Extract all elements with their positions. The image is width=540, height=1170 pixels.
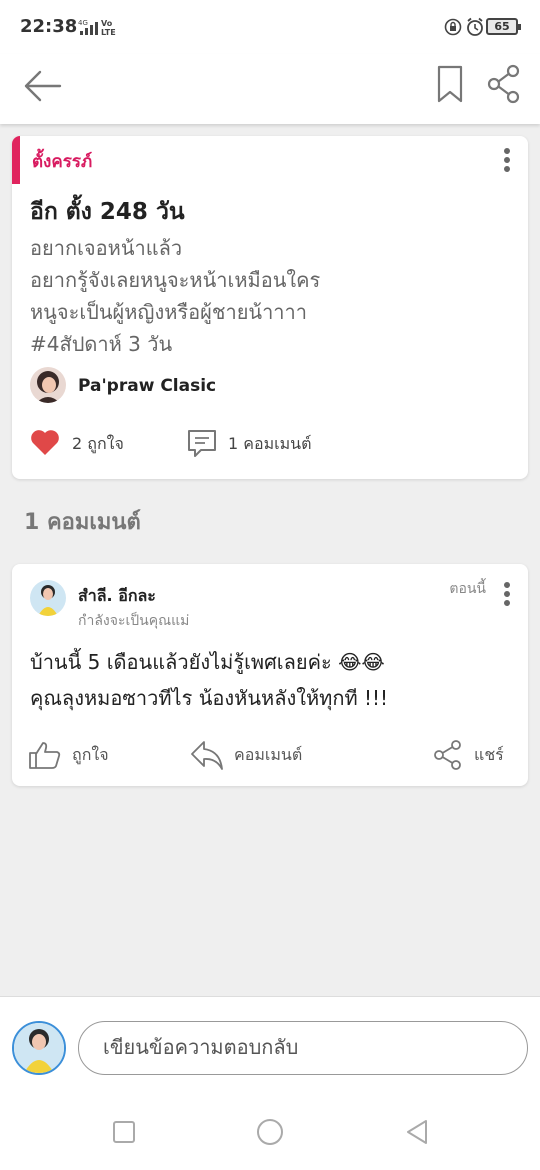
post-title: อีก ตั้ง 248 วัน (30, 199, 185, 225)
share-comment-button[interactable]: แชร์ (432, 738, 504, 772)
commenter-status: กำลังจะเป็นคุณแม่ (78, 613, 190, 629)
post-more-options-icon[interactable] (500, 148, 514, 176)
comments-section-label: 1 คอมเมนต์ (24, 510, 141, 535)
user-avatar[interactable] (12, 1021, 66, 1075)
share-icon[interactable] (486, 64, 522, 104)
thumbs-up-icon (29, 742, 61, 769)
share-label: แชร์ (474, 744, 504, 764)
category-accent-bar (12, 136, 20, 184)
comment-timestamp: ตอนนี้ (449, 581, 486, 597)
comment-more-options-icon[interactable] (500, 582, 514, 610)
author-avatar[interactable] (30, 367, 66, 403)
heart-icon[interactable] (30, 428, 60, 456)
back-arrow-icon[interactable] (22, 66, 62, 106)
post-category[interactable]: ตั้งครรภ์ (32, 148, 92, 175)
app-bar (0, 54, 540, 124)
like-button[interactable]: ถูกใจ (28, 738, 109, 772)
svg-text:LTE: LTE (101, 28, 116, 37)
comment-card: สำลี. อีกละ กำลังจะเป็นคุณแม่ ตอนนี้ บ้า… (12, 564, 528, 786)
status-time: 22:38 (20, 16, 78, 37)
status-bar: 22:38 4G Vo LTE 65 (0, 0, 540, 54)
commenter-avatar[interactable] (30, 580, 66, 616)
recent-apps-icon[interactable] (112, 1118, 136, 1144)
svg-text:4G: 4G (78, 19, 88, 27)
svg-text:Vo: Vo (101, 19, 113, 28)
comment-text: บ้านนี้ 5 เดือนแล้วยังไม่รู้เพศเลยค่ะ 😂😂… (30, 650, 389, 710)
reply-icon (191, 741, 223, 770)
like-label: ถูกใจ (72, 744, 109, 764)
reply-input[interactable]: เขียนข้อความตอบกลับ (78, 1021, 528, 1075)
lock-rotation-icon (444, 18, 462, 36)
system-nav-bar (0, 1098, 540, 1170)
comment-icon[interactable] (186, 428, 218, 458)
bookmark-icon[interactable] (436, 64, 464, 104)
commenter-name[interactable]: สำลี. อีกละ (78, 584, 156, 609)
back-nav-icon[interactable] (404, 1118, 430, 1146)
reply-bar: เขียนข้อความตอบกลับ (0, 996, 540, 1098)
battery-icon: 65 (486, 18, 521, 35)
reply-label: คอมเมนต์ (234, 744, 303, 764)
likes-count[interactable]: 2 ถูกใจ (72, 432, 124, 457)
signal-icon: 4G Vo LTE (78, 19, 116, 37)
reply-button[interactable]: คอมเมนต์ (190, 738, 302, 772)
home-icon[interactable] (256, 1118, 284, 1146)
alarm-icon (467, 17, 483, 36)
share-icon (434, 740, 461, 770)
author-name[interactable]: Pa'praw Clasic (78, 376, 216, 396)
post-body: อยากเจอหน้าแล้ว อยากรู้จังเลยหนูจะหน้าเห… (30, 236, 321, 356)
post-card[interactable]: ตั้งครรภ์ อีก ตั้ง 248 วัน อยากเจอหน้าแล… (12, 136, 528, 479)
comments-count[interactable]: 1 คอมเมนต์ (228, 432, 311, 457)
